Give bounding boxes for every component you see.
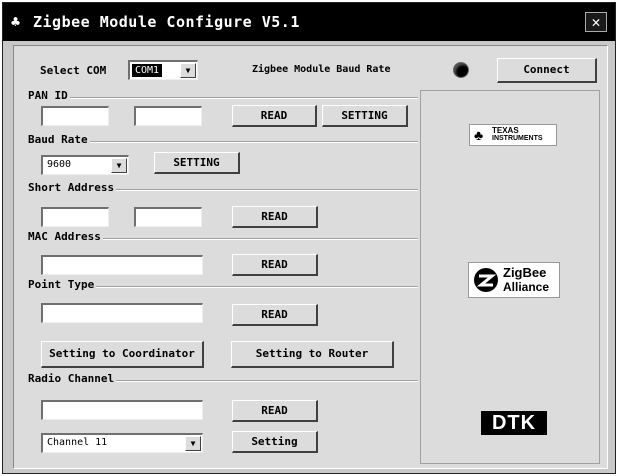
pan-id-divider [30,97,418,99]
short-address-field-1[interactable] [41,207,109,227]
point-type-read-button[interactable]: READ [232,304,318,326]
connection-status-led [454,63,468,77]
baud-rate-value: 9600 [47,159,72,170]
chevron-down-icon[interactable]: ▼ [111,158,127,173]
channel-select[interactable]: Channel 11 ▼ [41,433,203,453]
mac-address-title: MAC Address [28,230,103,243]
channel-setting-button[interactable]: Setting [232,431,318,453]
radio-channel-field[interactable] [41,400,203,420]
dtk-logo: DTK [481,411,547,435]
pan-id-title: PAN ID [28,89,70,102]
window-title: Zigbee Module Configure V5.1 [33,13,300,31]
zigbee-emblem-icon [474,268,498,292]
zigbee-alliance-logo: ZigBee Alliance [468,262,560,298]
select-com-label: Select COM [40,64,107,77]
short-address-read-button[interactable]: READ [232,206,318,228]
com-value: COM1 [132,64,163,77]
chevron-down-icon[interactable]: ▼ [185,436,201,451]
channel-value: Channel 11 [47,437,108,448]
title-bar[interactable]: ♣ Zigbee Module Configure V5.1 ✕ [3,3,615,41]
close-icon: ✕ [591,13,601,31]
baud-rate-select[interactable]: 9600 ▼ [41,155,129,175]
point-type-title: Point Type [28,278,97,291]
radio-channel-title: Radio Channel [28,372,117,385]
point-type-field[interactable] [41,303,203,323]
mac-address-field[interactable] [41,255,203,275]
pan-id-field-2[interactable] [134,106,202,126]
close-button[interactable]: ✕ [585,12,607,32]
texas-instruments-logo: ♣ TEXAS INSTRUMENTS [469,124,557,146]
baud-rate-setting-button[interactable]: SETTING [154,152,240,174]
connect-button[interactable]: Connect [497,58,597,83]
app-icon: ♣ [11,13,21,31]
chevron-down-icon[interactable]: ▼ [180,63,196,78]
short-address-title: Short Address [28,181,117,194]
short-address-field-2[interactable] [134,207,202,227]
com-select[interactable]: COM1 ▼ [128,60,198,80]
client-area: Select COM COM1 ▼ Zigbee Module Baud Rat… [13,45,608,469]
baud-rate-label: Zigbee Module Baud Rate [252,64,391,75]
baud-rate-title: Baud Rate [28,133,90,146]
app-window: ♣ Zigbee Module Configure V5.1 ✕ Select … [2,2,616,474]
ti-emblem-icon: ♣ [474,127,484,143]
mac-address-read-button[interactable]: READ [232,254,318,276]
set-router-button[interactable]: Setting to Router [231,341,394,368]
pan-id-read-button[interactable]: READ [232,105,317,127]
pan-id-setting-button[interactable]: SETTING [322,105,408,127]
pan-id-field-1[interactable] [41,106,109,126]
radio-channel-read-button[interactable]: READ [232,400,318,422]
set-coordinator-button[interactable]: Setting to Coordinator [41,341,204,368]
